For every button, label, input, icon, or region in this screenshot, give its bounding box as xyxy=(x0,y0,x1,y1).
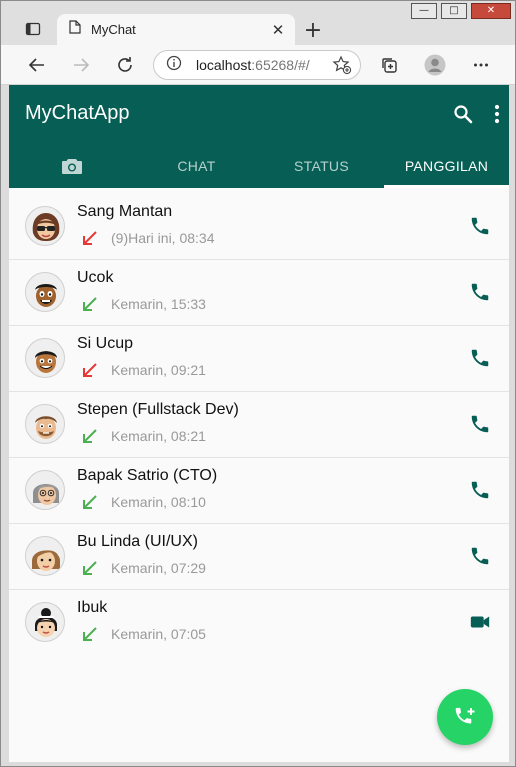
tab-title: MyChat xyxy=(91,22,136,37)
call-row[interactable]: Si Ucup Kemarin, 09:21 xyxy=(9,326,509,392)
call-time: Kemarin, 08:21 xyxy=(111,428,206,444)
avatar xyxy=(25,338,65,378)
phone-icon[interactable] xyxy=(469,281,491,303)
overflow-menu-icon[interactable] xyxy=(485,102,509,126)
chat-app: MyChatApp CHAT STATUS PANGGILAN Sang Man… xyxy=(9,85,509,762)
profile-icon[interactable] xyxy=(421,51,449,79)
title-bar: — □ ✕ MyChat ✕ + xyxy=(1,1,515,45)
avatar xyxy=(25,536,65,576)
call-time: Kemarin, 09:21 xyxy=(111,362,206,378)
phone-icon[interactable] xyxy=(469,545,491,567)
app-title: MyChatApp xyxy=(25,102,130,124)
incoming-call-icon xyxy=(81,427,99,445)
caller-name: Bapak Satrio (CTO) xyxy=(77,467,218,484)
tab-panggilan[interactable]: PANGGILAN xyxy=(384,143,509,188)
avatar xyxy=(25,272,65,312)
call-row[interactable]: Bapak Satrio (CTO) Kemarin, 08:10 xyxy=(9,458,509,524)
new-tab-icon[interactable]: + xyxy=(299,16,327,44)
app-bar: MyChatApp CHAT STATUS PANGGILAN xyxy=(9,85,509,188)
phone-icon[interactable] xyxy=(469,413,491,435)
incoming-call-icon xyxy=(81,295,99,313)
incoming-call-icon xyxy=(81,559,99,577)
avatar xyxy=(25,470,65,510)
browser-tab[interactable]: MyChat ✕ xyxy=(57,14,295,45)
url-host: localhost xyxy=(196,57,252,73)
collections-icon[interactable] xyxy=(375,51,403,79)
tab-bar: CHAT STATUS PANGGILAN xyxy=(9,143,509,188)
call-row[interactable]: Sang Mantan (9)Hari ini, 08:34 xyxy=(9,194,509,260)
phone-icon[interactable] xyxy=(469,215,491,237)
avatar xyxy=(25,602,65,642)
window-controls: — □ ✕ xyxy=(411,3,511,19)
incoming-call-icon xyxy=(81,493,99,511)
tab-status[interactable]: STATUS xyxy=(259,143,384,188)
caller-name: Si Ucup xyxy=(77,335,134,352)
call-row[interactable]: Ibuk Kemarin, 07:05 xyxy=(9,590,509,656)
avatar xyxy=(25,404,65,444)
missed-call-icon xyxy=(81,361,99,379)
address-bar[interactable]: localhost:65268/#/ xyxy=(153,50,361,80)
phone-icon[interactable] xyxy=(469,347,491,369)
call-time: Kemarin, 07:29 xyxy=(111,560,206,576)
minimize-button[interactable]: — xyxy=(411,3,437,19)
caller-name: Ibuk xyxy=(77,599,108,616)
call-list: Sang Mantan (9)Hari ini, 08:34 Ucok Kema… xyxy=(9,194,509,656)
page-icon xyxy=(69,20,81,39)
avatar xyxy=(25,206,65,246)
video-call-icon[interactable] xyxy=(469,611,491,633)
call-time: Kemarin, 07:05 xyxy=(111,626,206,642)
close-icon[interactable]: ✕ xyxy=(267,19,289,41)
browser-window: — □ ✕ MyChat ✕ + localhost:65268/#/ MyCh… xyxy=(0,0,516,767)
add-call-icon xyxy=(455,707,475,724)
url-path: :65268/#/ xyxy=(251,57,310,73)
call-row[interactable]: Bu Linda (UI/UX) Kemarin, 07:29 xyxy=(9,524,509,590)
caller-name: Bu Linda (UI/UX) xyxy=(77,533,198,550)
call-time: Kemarin, 15:33 xyxy=(111,296,206,312)
refresh-icon[interactable] xyxy=(111,51,139,79)
caller-name: Ucok xyxy=(77,269,114,286)
browser-toolbar: localhost:65268/#/ xyxy=(1,45,515,85)
caller-name: Stepen (Fullstack Dev) xyxy=(77,401,239,418)
caller-name: Sang Mantan xyxy=(77,203,173,220)
tab-chat[interactable]: CHAT xyxy=(134,143,259,188)
missed-call-icon xyxy=(81,229,99,247)
forward-icon[interactable] xyxy=(67,51,95,79)
camera-icon xyxy=(61,158,82,174)
incoming-call-icon xyxy=(81,625,99,643)
call-time: Kemarin, 08:10 xyxy=(111,494,206,510)
new-call-button[interactable] xyxy=(437,689,493,745)
phone-icon[interactable] xyxy=(469,479,491,501)
close-window-button[interactable]: ✕ xyxy=(471,3,511,19)
call-row[interactable]: Ucok Kemarin, 15:33 xyxy=(9,260,509,326)
info-icon[interactable] xyxy=(166,55,182,76)
call-row[interactable]: Stepen (Fullstack Dev) Kemarin, 08:21 xyxy=(9,392,509,458)
tab-camera[interactable] xyxy=(9,143,134,188)
maximize-button[interactable]: □ xyxy=(441,3,467,19)
tab-actions-icon[interactable] xyxy=(19,15,47,43)
back-icon[interactable] xyxy=(23,51,51,79)
more-icon[interactable] xyxy=(467,51,495,79)
call-time: (9)Hari ini, 08:34 xyxy=(111,230,215,246)
favorite-icon[interactable] xyxy=(332,55,352,80)
address-url: localhost:65268/#/ xyxy=(196,57,310,73)
search-icon[interactable] xyxy=(451,102,475,126)
